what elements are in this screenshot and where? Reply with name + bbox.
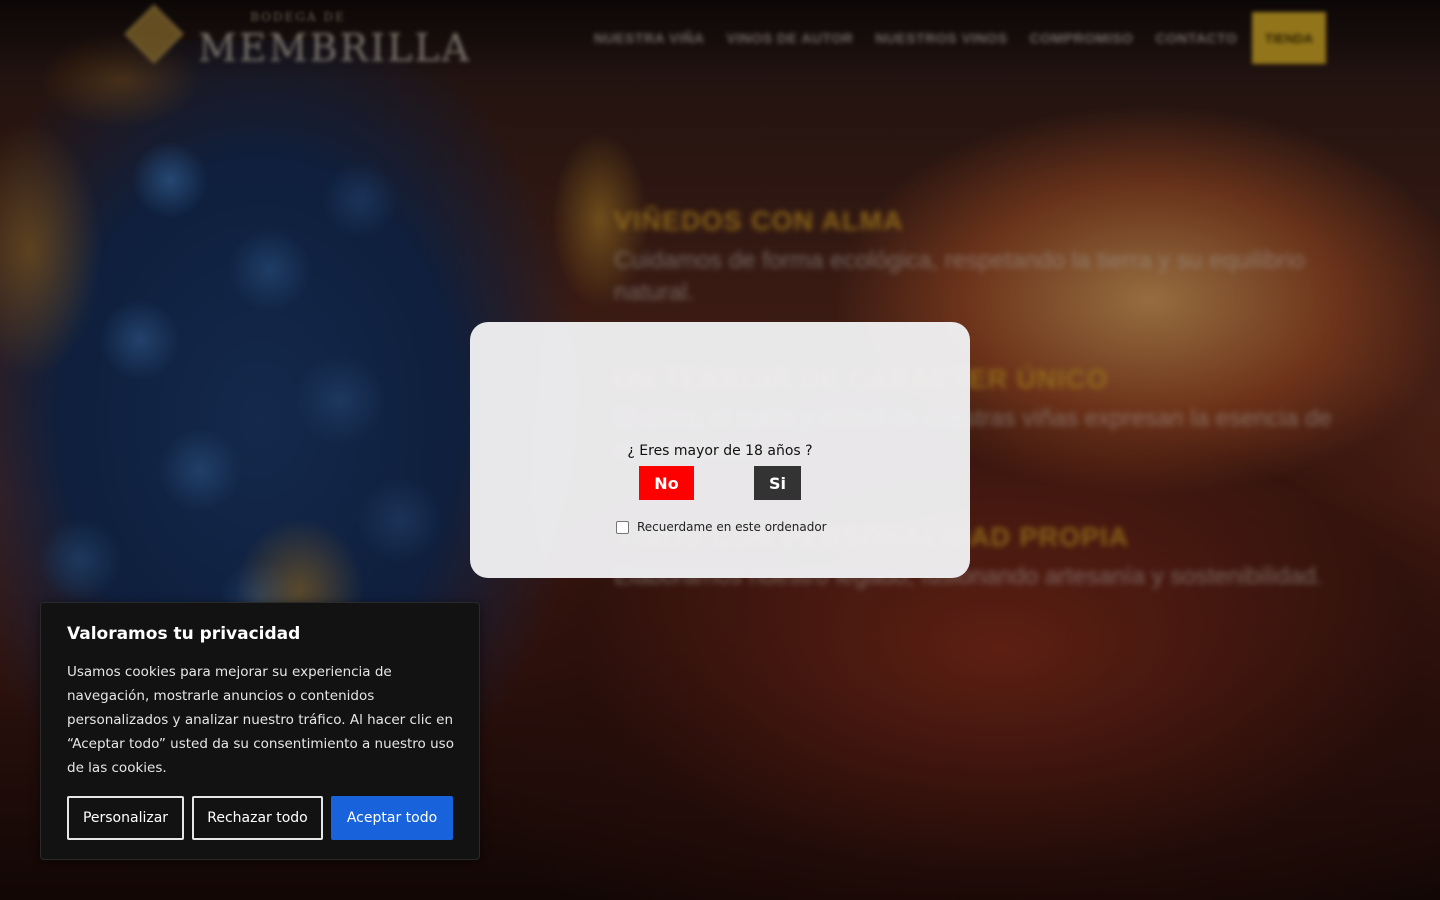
reject-all-button[interactable]: Rechazar todo <box>192 796 323 840</box>
age-gate-modal: ¿ Eres mayor de 18 años ? No Si Recuerda… <box>470 322 970 578</box>
remember-label[interactable]: Recuerdame en este ordenador <box>637 520 827 534</box>
age-yes-button[interactable]: Si <box>754 466 801 500</box>
cookie-title: Valoramos tu privacidad <box>67 624 301 644</box>
cookie-banner: Valoramos tu privacidad Usamos cookies p… <box>40 602 480 860</box>
remember-row: Recuerdame en este ordenador <box>616 520 827 534</box>
remember-checkbox[interactable] <box>616 520 629 534</box>
customize-cookies-button[interactable]: Personalizar <box>67 796 184 840</box>
accept-all-button[interactable]: Aceptar todo <box>331 796 453 840</box>
age-no-button[interactable]: No <box>639 466 694 500</box>
age-question: ¿ Eres mayor de 18 años ? <box>627 443 813 459</box>
cookie-description: Usamos cookies para mejorar su experienc… <box>67 664 454 776</box>
